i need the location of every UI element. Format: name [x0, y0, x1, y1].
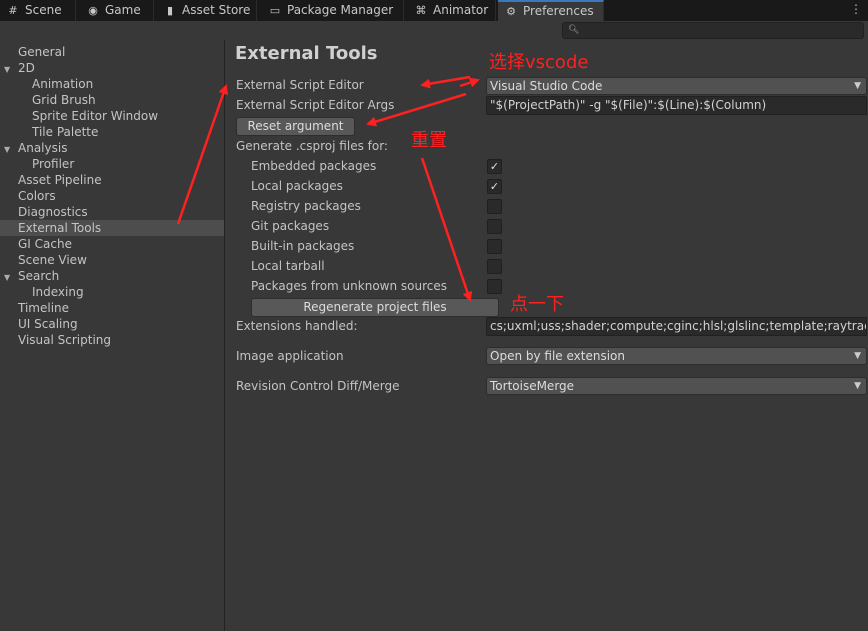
dropdown-caret-icon: ▼	[854, 81, 861, 91]
revision-control-dropdown[interactable]: TortoiseMerge ▼	[486, 377, 867, 395]
local-packages-checkbox[interactable]: ✓	[487, 179, 502, 194]
embedded-packages-label: Embedded packages	[251, 159, 377, 173]
tab-package-manager[interactable]: ▭ Package Manager	[262, 0, 404, 21]
tab-asset-store[interactable]: ▮ Asset Store	[157, 0, 257, 21]
revision-control-label: Revision Control Diff/Merge	[236, 379, 400, 393]
unknown-sources-checkbox[interactable]	[487, 279, 502, 294]
animator-icon: ⌘	[415, 4, 427, 17]
sidebar-item-gi-cache[interactable]: GI Cache	[18, 236, 72, 252]
package-icon: ▭	[269, 4, 281, 17]
sidebar-item-general[interactable]: General	[18, 44, 65, 60]
preferences-content: External Tools External Script Editor Vi…	[225, 40, 868, 631]
image-application-dropdown[interactable]: Open by file extension ▼	[486, 347, 867, 365]
sidebar-item-colors[interactable]: Colors	[18, 188, 56, 204]
page-title: External Tools	[235, 43, 378, 64]
script-editor-dropdown[interactable]: Visual Studio Code ▼	[486, 77, 867, 95]
sidebar-item-grid-brush[interactable]: Grid Brush	[32, 92, 96, 108]
sidebar-item-visual-scripting[interactable]: Visual Scripting	[18, 332, 111, 348]
sidebar-item-ui-scaling[interactable]: UI Scaling	[18, 316, 78, 332]
gamepad-icon: ◉	[88, 4, 98, 17]
extensions-handled-label: Extensions handled:	[236, 319, 358, 333]
dropdown-caret-icon: ▼	[854, 381, 861, 391]
tab-scene[interactable]: # Scene	[0, 0, 76, 21]
sidebar-item-search[interactable]: ▼ Search	[4, 268, 59, 284]
search-strip: 🔍︎	[0, 21, 868, 40]
sidebar-item-profiler[interactable]: Profiler	[32, 156, 74, 172]
unknown-sources-label: Packages from unknown sources	[251, 279, 447, 293]
tab-preferences[interactable]: ⚙ Preferences	[498, 0, 604, 21]
bag-icon: ▮	[166, 4, 174, 17]
chevron-down-icon[interactable]: ▼	[4, 62, 14, 78]
search-input[interactable]: 🔍︎	[562, 22, 864, 39]
extensions-handled-input[interactable]: cs;uxml;uss;shader;compute;cginc;hlsl;gl…	[486, 317, 867, 336]
tab-animator[interactable]: ⌘ Animator	[408, 0, 496, 21]
chevron-down-icon[interactable]: ▼	[4, 142, 14, 158]
sidebar-item-2d[interactable]: ▼ 2D	[4, 60, 35, 76]
tab-bar: # Scene ◉ Game ▮ Asset Store ▭ Package Manag…	[0, 0, 868, 22]
gear-icon: ⚙	[506, 5, 516, 18]
registry-packages-checkbox[interactable]	[487, 199, 502, 214]
sidebar-item-scene-view[interactable]: Scene View	[18, 252, 87, 268]
regenerate-project-files-button[interactable]: Regenerate project files	[251, 298, 499, 317]
image-application-label: Image application	[236, 349, 344, 363]
embedded-packages-checkbox[interactable]: ✓	[487, 159, 502, 174]
script-editor-args-label: External Script Editor Args	[236, 98, 395, 112]
registry-packages-label: Registry packages	[251, 199, 361, 213]
sidebar-item-indexing[interactable]: Indexing	[32, 284, 84, 300]
generate-csproj-label: Generate .csproj files for:	[236, 139, 388, 153]
local-tarball-label: Local tarball	[251, 259, 325, 273]
sidebar-item-tile-palette[interactable]: Tile Palette	[32, 124, 98, 140]
sidebar-item-animation[interactable]: Animation	[32, 76, 93, 92]
sidebar-item-timeline[interactable]: Timeline	[18, 300, 69, 316]
chevron-down-icon[interactable]: ▼	[4, 270, 14, 286]
sidebar-item-asset-pipeline[interactable]: Asset Pipeline	[18, 172, 102, 188]
grid-icon: #	[8, 4, 18, 17]
script-editor-args-input[interactable]: "$(ProjectPath)" -g "$(File)":$(Line):$(…	[486, 96, 867, 115]
more-options-icon[interactable]: ⋮	[850, 2, 862, 16]
sidebar-item-external-tools[interactable]: External Tools	[0, 220, 224, 236]
dropdown-caret-icon: ▼	[854, 351, 861, 361]
preferences-sidebar: General ▼ 2D Animation Grid Brush Sprite …	[0, 40, 225, 631]
search-icon: 🔍︎	[568, 25, 580, 35]
sidebar-item-diagnostics[interactable]: Diagnostics	[18, 204, 88, 220]
built-in-packages-label: Built-in packages	[251, 239, 355, 253]
annotation-click: 点一下	[510, 294, 564, 315]
local-tarball-checkbox[interactable]	[487, 259, 502, 274]
git-packages-checkbox[interactable]	[487, 219, 502, 234]
sidebar-item-analysis[interactable]: ▼ Analysis	[4, 140, 67, 156]
sidebar-item-sprite-editor-window[interactable]: Sprite Editor Window	[32, 108, 158, 124]
git-packages-label: Git packages	[251, 219, 330, 233]
tab-game[interactable]: ◉ Game	[80, 0, 154, 21]
local-packages-label: Local packages	[251, 179, 343, 193]
annotation-reset: 重置	[411, 130, 447, 151]
script-editor-label: External Script Editor	[236, 78, 364, 92]
built-in-packages-checkbox[interactable]	[487, 239, 502, 254]
reset-argument-button[interactable]: Reset argument	[236, 117, 355, 136]
annotation-select-vscode: 选择vscode	[489, 52, 589, 73]
